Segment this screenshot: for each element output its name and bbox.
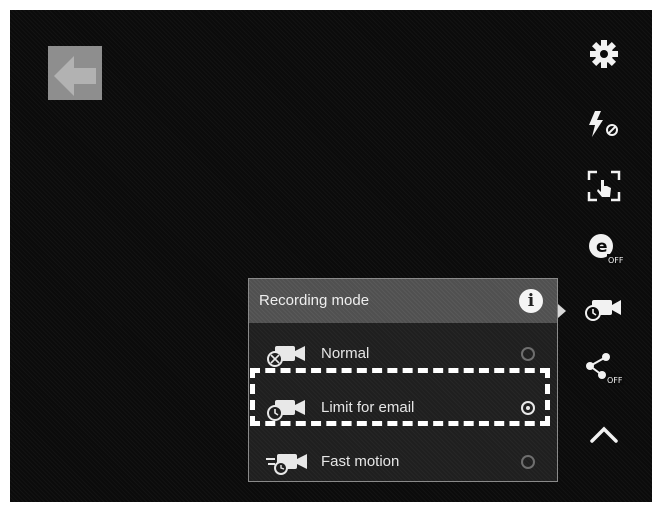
gallery-thumbnail[interactable] (48, 46, 102, 100)
share-off-icon[interactable]: OFF (584, 348, 624, 388)
panel-title: Recording mode (259, 292, 370, 309)
radio-button[interactable] (521, 455, 535, 469)
recording-mode-icon[interactable] (584, 288, 624, 328)
settings-gear-icon[interactable] (584, 34, 624, 74)
svg-text:e: e (596, 237, 608, 257)
option-label: Normal (321, 345, 370, 362)
info-icon[interactable]: i (519, 289, 543, 313)
flash-off-icon[interactable] (584, 104, 624, 144)
collapse-chevron-up-icon[interactable] (584, 414, 624, 454)
video-camera-normal-icon (267, 346, 305, 367)
panel-header: Recording mode i (249, 279, 557, 323)
touch-focus-icon[interactable] (584, 166, 624, 206)
option-fast-motion[interactable]: Fast motion (249, 439, 557, 487)
panel-pointer-icon (558, 304, 566, 318)
option-label: Fast motion (321, 453, 400, 470)
thumbnail-arrow-icon (54, 56, 96, 96)
camera-viewfinder: e OFF OFF Recording mode i Normal Limit … (10, 10, 652, 502)
svg-text:OFF: OFF (607, 376, 623, 385)
radio-button[interactable] (521, 347, 535, 361)
dashed-highlight-box (250, 368, 550, 426)
video-camera-fast-icon (266, 454, 307, 475)
exposure-off-icon[interactable]: e OFF (584, 228, 624, 268)
svg-text:OFF: OFF (608, 256, 623, 265)
